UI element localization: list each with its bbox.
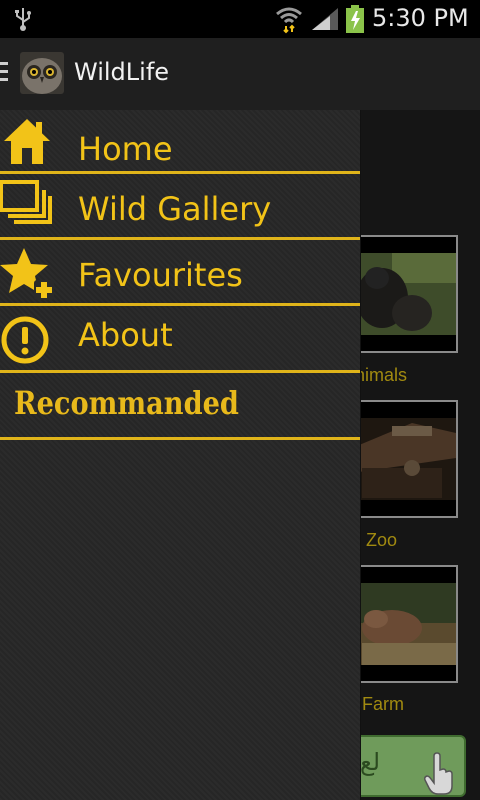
wifi-icon [276, 7, 302, 34]
navigation-drawer: Home Wild Gallery Favourites About Recom… [0, 110, 361, 800]
divider [0, 437, 360, 440]
animals-caption: nimals [355, 365, 408, 385]
zoo-caption: Zoo [366, 530, 398, 550]
clock: 5:30 PM [372, 4, 469, 32]
drawer-item-home[interactable]: Home [0, 110, 360, 172]
usb-icon [15, 8, 31, 31]
info-exclamation-icon [1, 316, 49, 364]
farm-image [352, 583, 456, 665]
status-bar: 5:30 PM [0, 0, 480, 38]
app-title: WildLife [74, 58, 170, 86]
bottom-button-label: لع [360, 748, 381, 776]
drawer-item-wild-gallery[interactable]: Wild Gallery [0, 174, 360, 238]
farm-thumbnail[interactable] [350, 565, 458, 683]
zoo-thumbnail[interactable] [350, 400, 458, 518]
drawer-item-label: Home [78, 130, 173, 168]
drawer-menu-icon[interactable] [0, 62, 8, 86]
hand-pointer-icon [424, 752, 453, 795]
animals-image [352, 253, 456, 335]
recommended-section-label[interactable]: Recommanded [14, 384, 239, 422]
action-bar: WildLife [0, 38, 480, 112]
divider [0, 370, 360, 373]
battery-charging-icon [346, 5, 364, 33]
drawer-item-label: Wild Gallery [78, 190, 272, 228]
owl-app-icon[interactable] [20, 52, 64, 94]
drawer-item-label: Favourites [78, 256, 243, 294]
drawer-item-label: About [78, 316, 173, 354]
star-plus-icon [0, 248, 54, 300]
drawer-item-about[interactable]: About [0, 306, 360, 370]
zoo-image [352, 418, 456, 500]
gallery-icon [0, 180, 52, 224]
home-icon [4, 119, 50, 164]
farm-caption: Farm [362, 694, 404, 714]
animals-thumbnail[interactable] [350, 235, 458, 353]
signal-icon [312, 8, 338, 30]
drawer-item-favourites[interactable]: Favourites [0, 240, 360, 304]
